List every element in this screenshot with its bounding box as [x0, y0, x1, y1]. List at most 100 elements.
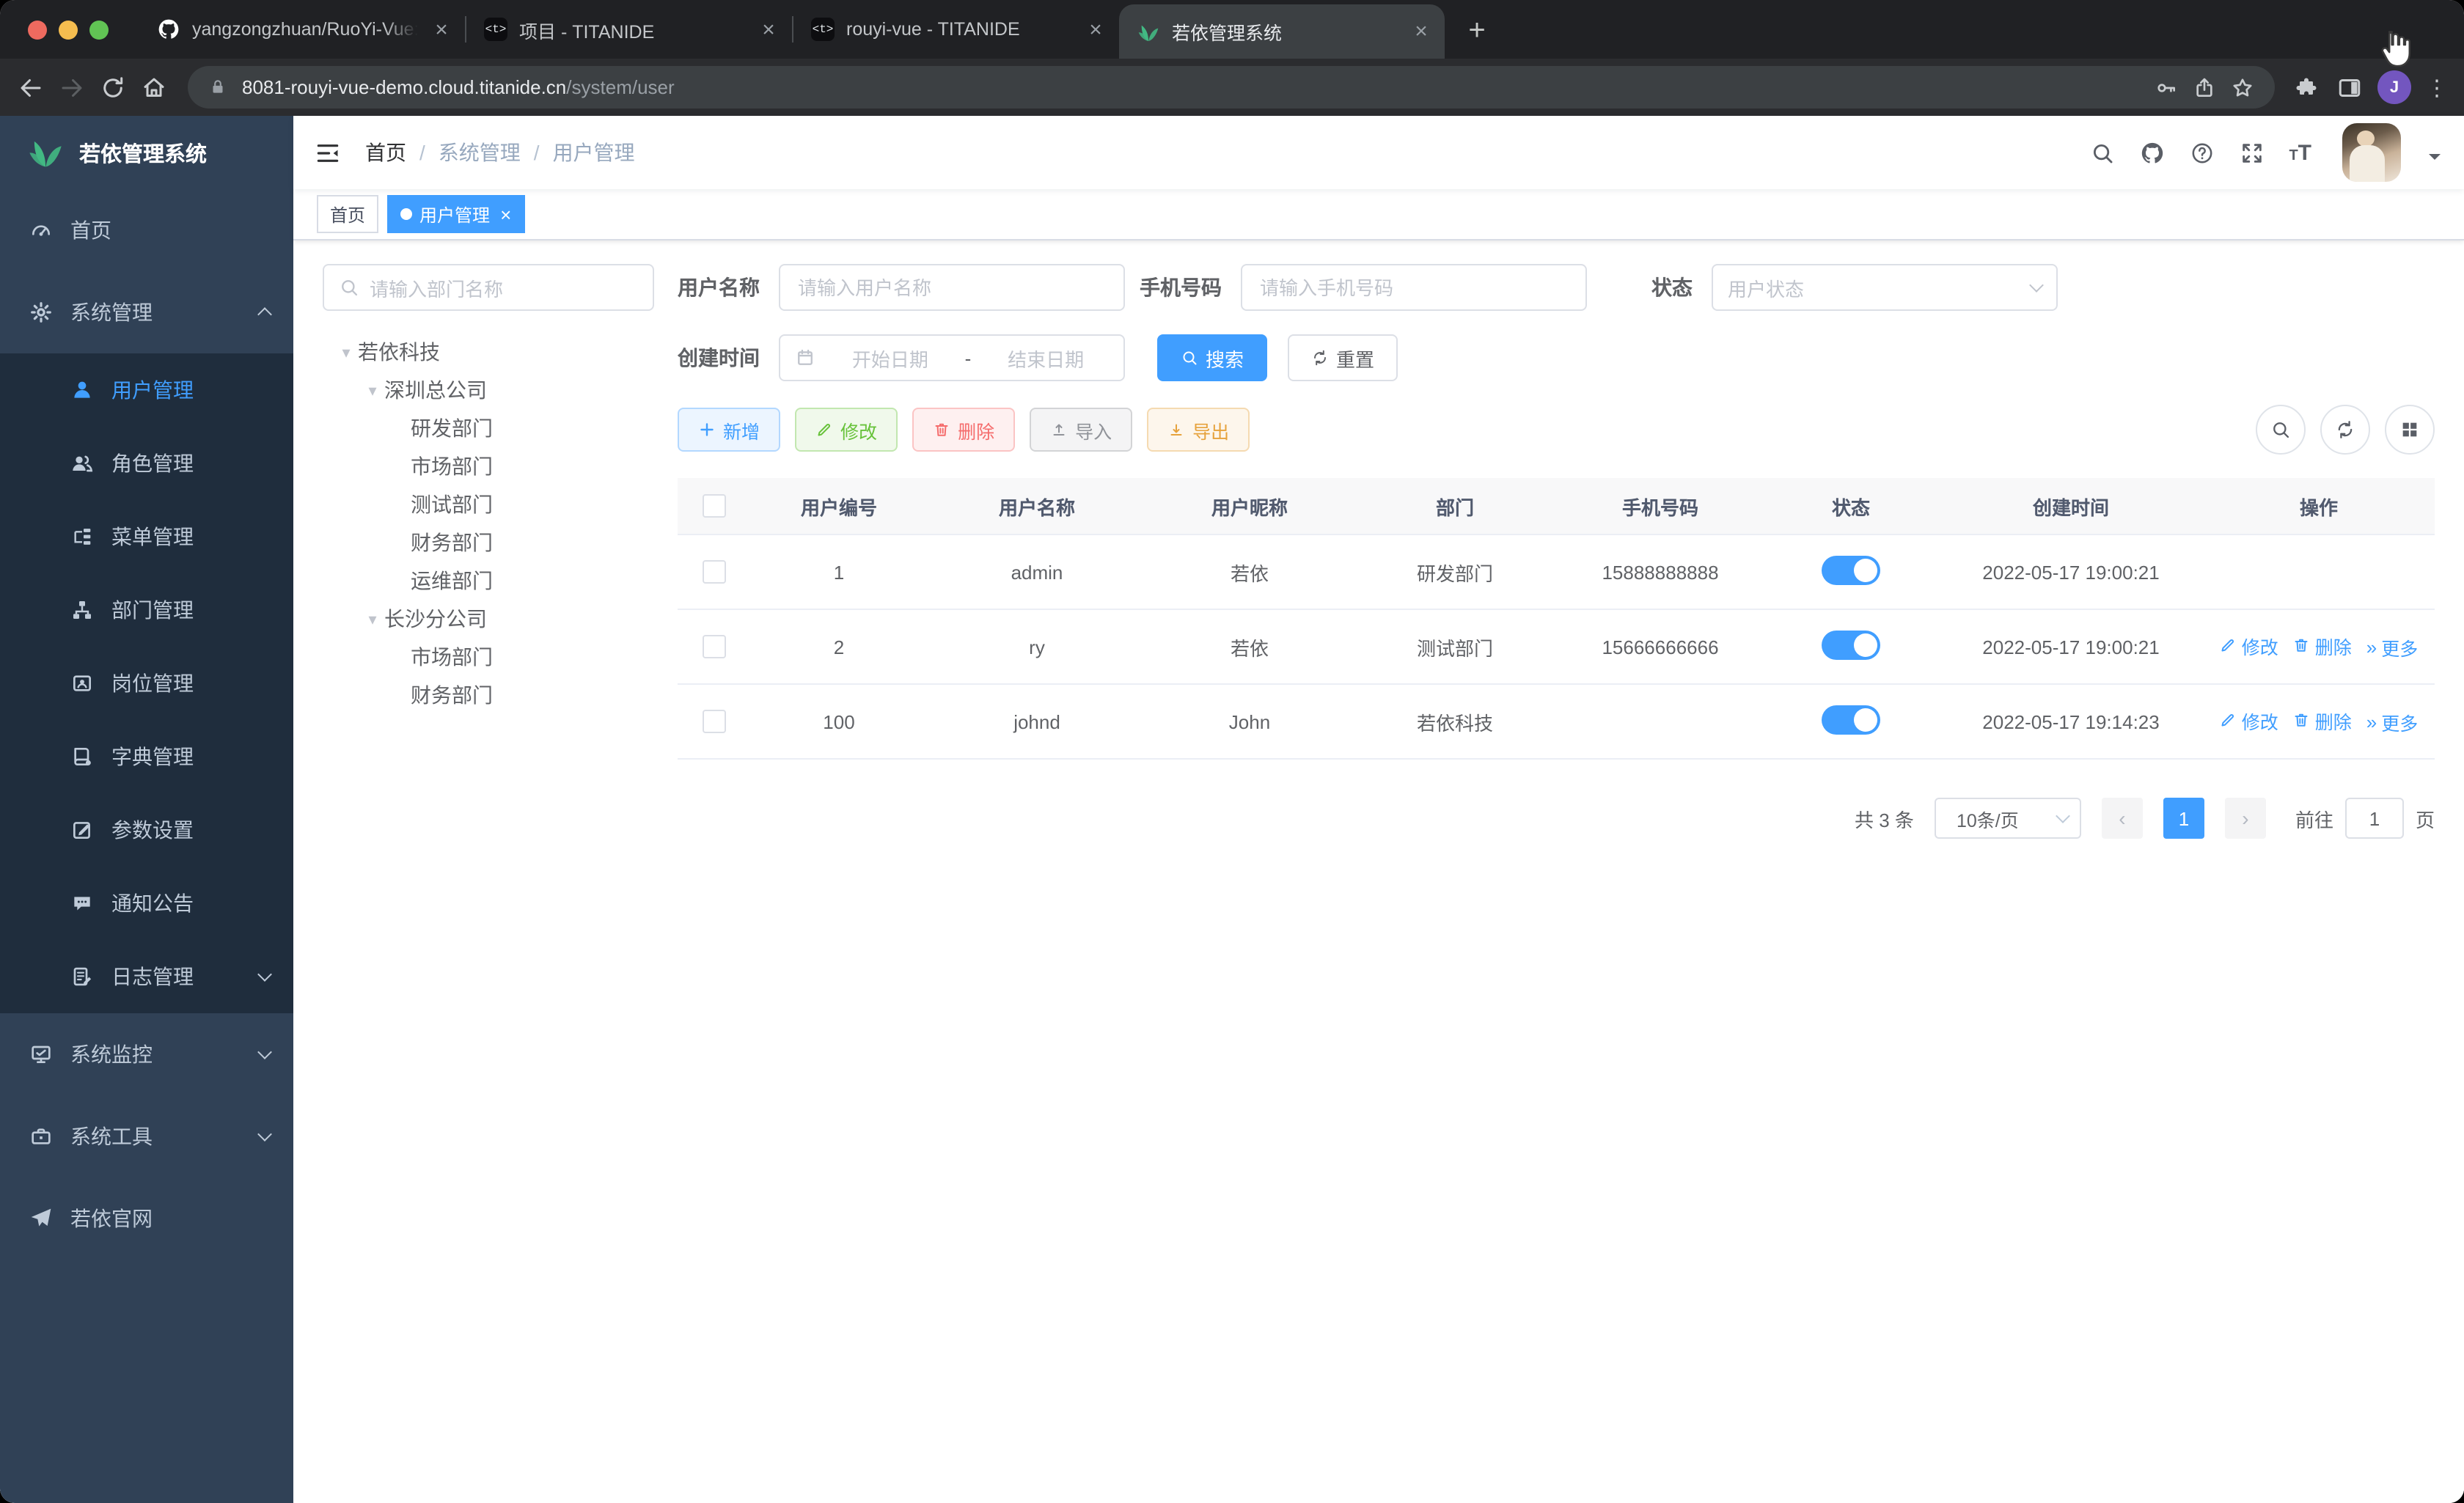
- tree-node[interactable]: 市场部门: [323, 447, 654, 485]
- add-button[interactable]: 新增: [678, 408, 781, 452]
- sidebar-item-system-management[interactable]: 系统管理: [0, 271, 293, 353]
- tree-node[interactable]: 市场部门: [323, 638, 654, 676]
- tab-close-icon[interactable]: ×: [1084, 18, 1107, 40]
- tab-close-icon[interactable]: ×: [757, 18, 780, 40]
- url-text: 8081-rouyi-vue-demo.cloud.titanide.cn/sy…: [242, 76, 675, 98]
- github-icon[interactable]: [2139, 140, 2164, 165]
- reload-icon[interactable]: [100, 74, 126, 100]
- zoom-window-button[interactable]: [89, 21, 109, 40]
- tree-caret-icon[interactable]: ▾: [361, 381, 384, 400]
- tree-node[interactable]: 财务部门: [323, 523, 654, 562]
- export-button[interactable]: 导出: [1147, 408, 1250, 452]
- header-search-icon[interactable]: [2089, 140, 2114, 165]
- edit-button[interactable]: 修改: [795, 408, 898, 452]
- tag-close-icon[interactable]: ×: [500, 205, 511, 224]
- status-select[interactable]: 用户状态: [1712, 264, 2058, 311]
- row-edit-link[interactable]: 修改: [2220, 632, 2278, 660]
- dept-search-input[interactable]: 请输入部门名称: [323, 264, 654, 311]
- row-more-link[interactable]: » 更多: [2366, 634, 2419, 662]
- tree-node[interactable]: ▾ 长沙分公司: [323, 600, 654, 638]
- select-all-checkbox[interactable]: [703, 494, 726, 518]
- font-size-icon[interactable]: TT: [2289, 142, 2311, 163]
- status-toggle[interactable]: [1822, 555, 1880, 584]
- forward-icon[interactable]: [59, 74, 85, 100]
- new-tab-button[interactable]: +: [1456, 10, 1497, 51]
- date-range-picker[interactable]: 开始日期 - 结束日期: [779, 334, 1125, 381]
- refresh-table-button[interactable]: [2320, 405, 2370, 455]
- column-settings-button[interactable]: [2385, 405, 2435, 455]
- tree-node[interactable]: 测试部门: [323, 485, 654, 523]
- tree-node-label: 测试部门: [411, 493, 493, 516]
- user-avatar[interactable]: [2342, 123, 2401, 182]
- tree-caret-icon[interactable]: ▾: [334, 342, 358, 361]
- home-icon[interactable]: [141, 74, 167, 100]
- row-more-link[interactable]: » 更多: [2366, 709, 2419, 737]
- help-question-icon[interactable]: [2189, 140, 2214, 165]
- tag-active[interactable]: 用户管理 ×: [387, 195, 525, 233]
- sidebar-item-menu-management[interactable]: 菜单管理: [0, 500, 293, 573]
- side-panel-icon[interactable]: [2336, 74, 2363, 100]
- browser-menu-icon[interactable]: ⋮: [2426, 74, 2448, 100]
- minimize-window-button[interactable]: [59, 21, 78, 40]
- tree-node[interactable]: 财务部门: [323, 676, 654, 714]
- goto-page-input[interactable]: [2344, 798, 2404, 839]
- row-edit-link[interactable]: 修改: [2220, 707, 2278, 735]
- sidebar-item-system-monitor[interactable]: 系统监控: [0, 1013, 293, 1095]
- tab-ruoyi-admin[interactable]: 若依管理系统 ×: [1119, 4, 1445, 59]
- row-checkbox[interactable]: [703, 710, 726, 734]
- page-size-select[interactable]: 10条/页: [1934, 798, 2081, 839]
- next-page-button[interactable]: ›: [2224, 798, 2266, 839]
- address-bar[interactable]: 8081-rouyi-vue-demo.cloud.titanide.cn/sy…: [188, 66, 2275, 109]
- row-checkbox[interactable]: [703, 560, 726, 584]
- tree-node[interactable]: 研发部门: [323, 409, 654, 447]
- password-key-icon[interactable]: [2155, 76, 2178, 99]
- sidebar-item-home[interactable]: 首页: [0, 189, 293, 271]
- back-icon[interactable]: [18, 74, 44, 100]
- sidebar-item-ruoyi-website[interactable]: 若依官网: [0, 1177, 293, 1260]
- sidebar-item-dept-management[interactable]: 部门管理: [0, 573, 293, 647]
- tree-node[interactable]: ▾ 若依科技: [323, 333, 654, 371]
- tab-project-titanide[interactable]: <t> 项目 - TITANIDE ×: [466, 0, 792, 59]
- sidebar-item-system-tools[interactable]: 系统工具: [0, 1095, 293, 1177]
- browser-profile-avatar[interactable]: J: [2377, 70, 2411, 104]
- extensions-puzzle-icon[interactable]: [2295, 74, 2322, 100]
- row-delete-link[interactable]: 删除: [2293, 632, 2352, 660]
- status-toggle[interactable]: [1822, 705, 1880, 734]
- sidebar-item-user-management[interactable]: 用户管理: [0, 353, 293, 427]
- tree-caret-icon[interactable]: ▾: [361, 609, 384, 628]
- prev-page-button[interactable]: ‹: [2101, 798, 2143, 839]
- sidebar-item-log-management[interactable]: 日志管理: [0, 940, 293, 1013]
- avatar-caret-icon[interactable]: [2429, 154, 2441, 166]
- tab-rouyi-vue-titanide[interactable]: <t> rouyi-vue - TITANIDE ×: [793, 0, 1119, 59]
- plus-icon: [698, 421, 716, 438]
- tab-close-icon[interactable]: ×: [1409, 21, 1433, 43]
- tab-github-ruoyi[interactable]: yangzongzhuan/RuoYi-Vue: (R ×: [139, 0, 465, 59]
- row-delete-link[interactable]: 删除: [2293, 707, 2352, 735]
- close-window-button[interactable]: [28, 21, 47, 40]
- fullscreen-icon[interactable]: [2239, 140, 2264, 165]
- current-page-button[interactable]: 1: [2163, 798, 2204, 839]
- status-toggle[interactable]: [1822, 630, 1880, 659]
- search-button[interactable]: 搜索: [1157, 334, 1268, 381]
- phone-input[interactable]: [1241, 264, 1587, 311]
- bookmark-star-icon[interactable]: [2231, 76, 2254, 99]
- share-icon[interactable]: [2193, 76, 2216, 99]
- reset-button[interactable]: 重置: [1288, 334, 1398, 381]
- sidebar-item-notice[interactable]: 通知公告: [0, 867, 293, 940]
- delete-button[interactable]: 删除: [912, 408, 1016, 452]
- tab-close-icon[interactable]: ×: [430, 18, 453, 40]
- tree-node[interactable]: ▾ 深圳总公司: [323, 371, 654, 409]
- sidebar-item-dict-management[interactable]: 字典管理: [0, 720, 293, 793]
- sidebar-item-role-management[interactable]: 角色管理: [0, 427, 293, 500]
- row-checkbox[interactable]: [703, 635, 726, 659]
- breadcrumb-item[interactable]: 首页: [365, 138, 406, 167]
- sidebar-item-post-management[interactable]: 岗位管理: [0, 647, 293, 720]
- tag-item[interactable]: 首页: [317, 195, 379, 233]
- toggle-search-button[interactable]: [2256, 405, 2306, 455]
- sidebar-toggle-icon[interactable]: [314, 139, 342, 166]
- app-logo[interactable]: 若依管理系统: [0, 116, 293, 189]
- tree-node[interactable]: 运维部门: [323, 562, 654, 600]
- import-button[interactable]: 导入: [1030, 408, 1133, 452]
- sidebar-item-param-settings[interactable]: 参数设置: [0, 793, 293, 867]
- username-input[interactable]: [779, 264, 1125, 311]
